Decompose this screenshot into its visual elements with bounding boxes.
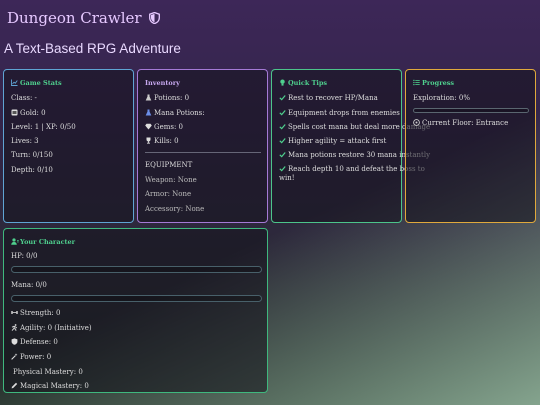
compass-icon [413, 119, 420, 126]
agility-row: Agility: 0 (Initiative) [11, 324, 92, 332]
tip-item: Reach depth 10 and defeat the boss to [279, 165, 425, 173]
chart-icon [11, 79, 18, 86]
running-icon [11, 324, 18, 331]
mana-label: Mana: 0/0 [11, 281, 47, 289]
physical-mastery-value: Physical Mastery: 0 [13, 368, 83, 376]
magical-mastery-value: Magical Mastery: 0 [20, 382, 89, 390]
character-title-text: Your Character [20, 238, 76, 246]
dumbbell-icon [11, 309, 18, 316]
gem-icon [145, 123, 152, 130]
tip-text: Equipment drops from enemies [288, 109, 400, 117]
lives-value: Lives: 3 [11, 137, 39, 145]
gold-icon [11, 109, 18, 116]
weapon-value: Weapon: None [145, 176, 197, 184]
equipment-heading: EQUIPMENT [145, 161, 193, 169]
lightbulb-icon [279, 79, 286, 86]
power-row: Power: 0 [11, 353, 51, 361]
quick-tips-title: Quick Tips [279, 79, 327, 87]
kills-value: Kills: 0 [154, 137, 179, 145]
check-icon [279, 165, 286, 172]
game-stats-title: Game Stats [11, 79, 62, 87]
tip-item: Equipment drops from enemies [279, 109, 400, 117]
page-header: Dungeon Crawler A Text-Based RPG Adventu… [0, 0, 540, 62]
exploration-progress-bar [413, 108, 529, 113]
mana-bar [11, 295, 262, 302]
tip-item: Higher agility = attack first [279, 137, 386, 145]
agility-value: Agility: 0 (Initiative) [20, 324, 92, 332]
potions-value: Potions: 0 [154, 94, 190, 102]
depth-value: Depth: 0/10 [11, 166, 53, 174]
trophy-icon [145, 137, 152, 144]
magic-wand-icon [11, 353, 18, 360]
check-icon [279, 109, 286, 116]
quick-tips-title-text: Quick Tips [288, 79, 328, 87]
gold-row: Gold: 0 [11, 109, 46, 117]
character-title: Your Character [11, 238, 75, 246]
mana-flask-icon [145, 109, 152, 116]
shield-small-icon [11, 338, 18, 345]
turn-value: Turn: 0/150 [11, 151, 53, 159]
current-floor-row: Current Floor: Entrance [413, 119, 508, 127]
check-icon [279, 137, 286, 144]
user-icon [11, 238, 19, 245]
hp-bar [11, 266, 262, 273]
potions-row: Potions: 0 [145, 94, 189, 102]
inventory-title-text: Inventory [145, 79, 180, 87]
character-panel: Your Character HP: 0/0 Mana: 0/0 Strengt… [3, 228, 268, 393]
quick-tips-panel: Quick Tips Rest to recover HP/Mana Equip… [271, 69, 430, 223]
check-icon [279, 123, 286, 130]
gems-row: Gems: 0 [145, 123, 183, 131]
defense-row: Defense: 0 [11, 338, 58, 346]
list-icon [413, 79, 420, 86]
mana-potions-value: Mana Potions: [154, 109, 205, 117]
tip-text: Higher agility = attack first [288, 137, 387, 145]
progress-title: Progress [413, 79, 454, 87]
strength-row: Strength: 0 [11, 309, 60, 317]
game-stats-panel: Game Stats Class: - Gold: 0 Level: 1 | X… [3, 69, 134, 223]
hp-label: HP: 0/0 [11, 252, 38, 260]
armor-value: Armor: None [145, 190, 192, 198]
check-icon [279, 151, 286, 158]
game-stats-title-text: Game Stats [20, 79, 62, 87]
inventory-title: Inventory [145, 79, 180, 87]
kills-row: Kills: 0 [145, 137, 179, 145]
flask-icon [145, 94, 152, 101]
progress-panel: Progress Exploration: 0% Current Floor: … [405, 69, 536, 223]
tip-item: Rest to recover HP/Mana [279, 94, 378, 102]
page-title: Dungeon Crawler [7, 9, 161, 28]
page-title-text: Dungeon Crawler [7, 9, 142, 27]
strength-value: Strength: 0 [20, 309, 61, 317]
current-floor-value: Current Floor: Entrance [422, 119, 509, 127]
gems-value: Gems: 0 [154, 123, 184, 131]
power-value: Power: 0 [20, 353, 52, 361]
mana-potions-row: Mana Potions: [145, 109, 205, 117]
progress-title-text: Progress [422, 79, 455, 87]
check-icon [279, 94, 286, 101]
magical-mastery-row: Magical Mastery: 0 [11, 382, 89, 390]
gold-value: Gold: 0 [20, 109, 46, 117]
inventory-panel: Inventory Potions: 0 Mana Potions: Gems:… [137, 69, 268, 223]
page-subtitle: A Text-Based RPG Adventure [4, 41, 181, 56]
class-value: Class: - [11, 94, 37, 102]
defense-value: Defense: 0 [20, 338, 58, 346]
inventory-divider [145, 152, 261, 153]
tip-text-continued: win! [279, 174, 295, 182]
shield-icon [149, 10, 161, 28]
tip-text: Rest to recover HP/Mana [288, 94, 378, 102]
exploration-label: Exploration: 0% [413, 94, 470, 102]
level-xp-value: Level: 1 | XP: 0/50 [11, 123, 76, 131]
pen-icon [11, 382, 18, 389]
accessory-value: Accessory: None [145, 205, 205, 213]
